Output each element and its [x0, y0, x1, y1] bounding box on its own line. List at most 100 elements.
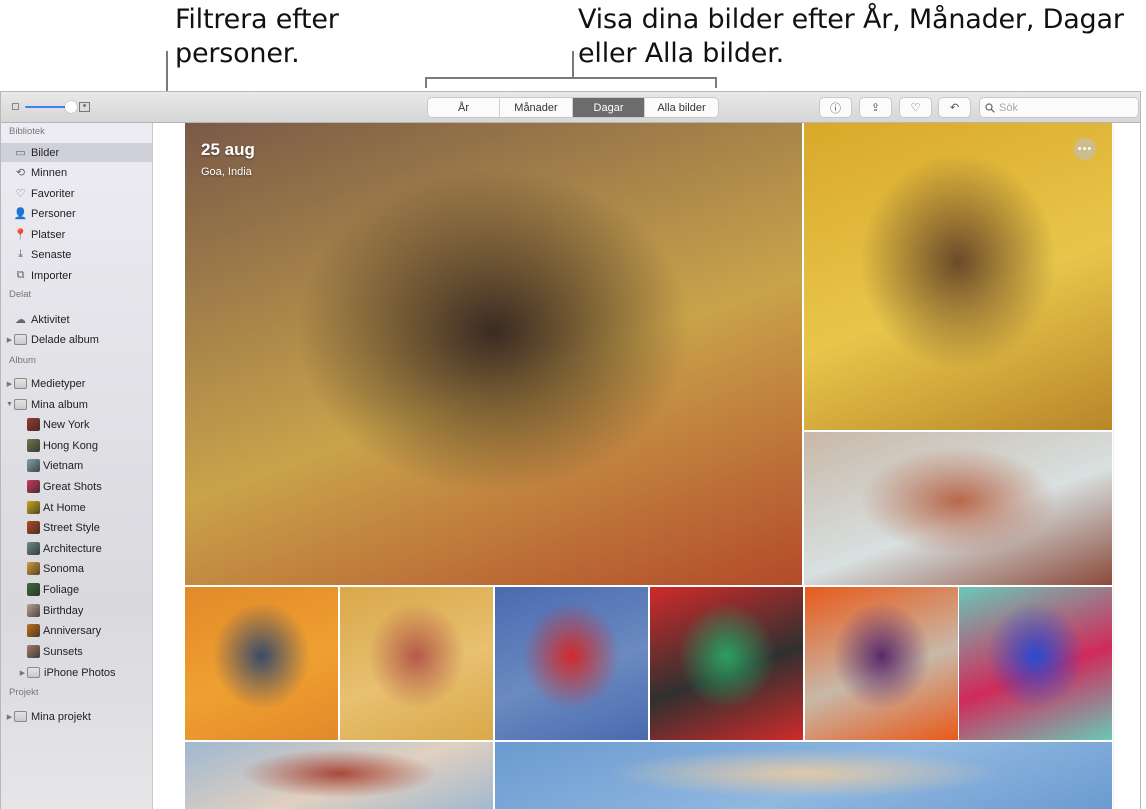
sidebar-item-label: Great Shots — [43, 480, 102, 493]
scrollbar[interactable] — [1113, 123, 1140, 809]
sidebar-item-anniversary[interactable]: Anniversary — [1, 621, 152, 640]
disclosure-collapsed-icon[interactable]: ▶ — [5, 336, 14, 344]
album-thumbnail — [27, 418, 40, 431]
sidebar-item-senaste[interactable]: ⤓ Senaste — [1, 245, 152, 264]
sidebar-item-bilder[interactable]: ▭ Bilder — [1, 143, 152, 162]
info-button[interactable]: ⓘ — [820, 98, 851, 117]
callout-line-right-vertical — [572, 51, 574, 78]
album-thumbnail — [27, 521, 40, 534]
sidebar-item-new-york[interactable]: New York — [1, 415, 152, 434]
sidebar-item-label: Mina projekt — [31, 710, 91, 723]
album-thumbnail — [27, 459, 40, 472]
album-thumbnail — [27, 562, 40, 575]
sidebar-section-header: Projekt — [9, 687, 39, 698]
sidebar-item-label: Senaste — [31, 248, 72, 261]
sidebar-item-street-style[interactable]: Street Style — [1, 518, 152, 537]
sidebar-item-aktivitet[interactable]: ☁ Aktivitet — [1, 310, 152, 329]
sidebar-item-label: New York — [43, 418, 90, 431]
search-field[interactable] — [980, 98, 1138, 117]
photo-dancer-yellow-wall[interactable] — [340, 587, 493, 740]
photo-woman-striped-dress[interactable]: 25 aug Goa, India — [185, 123, 802, 585]
disclosure-collapsed-icon[interactable]: ▶ — [5, 380, 14, 388]
photo-man-yellow-shirt[interactable]: ••• — [804, 123, 1112, 430]
search-icon — [985, 102, 995, 113]
disclosure-expanded-icon[interactable]: ▼ — [5, 401, 14, 408]
sidebar-item-label: Anniversary — [43, 624, 102, 637]
sidebar-item-medietyper[interactable]: ▶ Medietyper — [1, 374, 152, 393]
favorite-button[interactable]: ♡ — [900, 98, 931, 117]
sidebar-item-hong-kong[interactable]: Hong Kong — [1, 436, 152, 455]
sidebar-item-vietnam[interactable]: Vietnam — [1, 456, 152, 475]
sidebar-item-iphone-photos[interactable]: ▶ iPhone Photos — [1, 663, 152, 682]
album-thumbnail — [27, 645, 40, 658]
cloud-icon: ☁ — [15, 314, 26, 326]
sidebar-item-sonoma[interactable]: Sonoma — [1, 559, 152, 578]
disclosure-collapsed-icon[interactable]: ▶ — [18, 669, 27, 677]
sidebar-item-label: Personer — [31, 207, 76, 220]
photo-striped-fabric-hand[interactable] — [650, 587, 803, 740]
sidebar-item-label: At Home — [43, 501, 86, 514]
sidebar-item-mina-projekt[interactable]: ▶ Mina projekt — [1, 707, 152, 726]
share-icon: ⇪ — [870, 102, 881, 114]
rotate-button[interactable]: ↶ — [939, 98, 970, 117]
sidebar-item-architecture[interactable]: Architecture — [1, 539, 152, 558]
tab-months[interactable]: Månader — [500, 98, 573, 117]
slider-knob[interactable] — [65, 101, 77, 113]
sidebar-item-favoriter[interactable]: ♡ Favoriter — [1, 184, 152, 203]
sidebar-item-delade-album[interactable]: ▶ Delade album — [1, 330, 152, 349]
album-thumbnail — [27, 604, 40, 617]
thumbnail-size-slider[interactable] — [12, 100, 92, 114]
sidebar-item-importer[interactable]: ⧉ Importer — [1, 266, 152, 285]
sidebar-item-mina-album[interactable]: ▼ Mina album — [1, 395, 152, 414]
sidebar-item-at-home[interactable]: At Home — [1, 498, 152, 517]
tab-days[interactable]: Dagar — [573, 98, 645, 117]
small-thumbnail-icon — [12, 103, 19, 110]
camera-icon: ⧉ — [16, 269, 25, 281]
sidebar-item-great-shots[interactable]: Great Shots — [1, 477, 152, 496]
sidebar-item-personer[interactable]: 👤 Personer — [1, 204, 152, 223]
photo-mosque-facade[interactable] — [185, 742, 493, 809]
sidebar-item-label: Delade album — [31, 333, 99, 346]
sidebar-item-foliage[interactable]: Foliage — [1, 580, 152, 599]
tab-all-photos[interactable]: Alla bilder — [645, 98, 718, 117]
sidebar-item-label: Importer — [31, 269, 72, 282]
folder-icon — [14, 399, 27, 411]
photo-laundry-line[interactable] — [959, 587, 1112, 740]
sidebar-item-label: Foliage — [43, 583, 80, 596]
photo-feet-orange-powder[interactable] — [805, 587, 958, 740]
sidebar-item-platser[interactable]: 📍 Platser — [1, 225, 152, 244]
tab-years[interactable]: År — [428, 98, 500, 117]
heart-icon: ♡ — [15, 188, 26, 200]
photo-red-veil-blue-wall[interactable] — [495, 587, 648, 740]
photo-woman-red-dress-courtyard[interactable] — [804, 432, 1112, 585]
pin-icon: 📍 — [13, 229, 28, 241]
sidebar-item-minnen[interactable]: ⟲ Minnen — [1, 163, 152, 182]
import-icon: ⤓ — [18, 248, 23, 260]
sidebar-item-label: Favoriter — [31, 187, 75, 200]
photo-woman-orange-scarf[interactable] — [185, 587, 338, 740]
sidebar-item-label: iPhone Photos — [44, 666, 116, 679]
sidebar-item-birthday[interactable]: Birthday — [1, 601, 152, 620]
more-options-button[interactable]: ••• — [1074, 138, 1096, 160]
photo-grid: 25 aug Goa, India ••• — [153, 123, 1140, 809]
sidebar: Bibliotek ▭ Bilder ⟲ Minnen ♡ Favoriter 👤 Person… — [1, 123, 153, 809]
album-thumbnail — [27, 501, 40, 514]
sidebar-item-label: Medietyper — [31, 377, 86, 390]
sidebar-item-sunsets[interactable]: Sunsets — [1, 642, 152, 661]
sidebar-item-label: Sunsets — [43, 645, 83, 658]
moment-location[interactable]: Goa, India — [201, 166, 252, 178]
folder-icon — [14, 711, 27, 723]
search-input[interactable] — [999, 101, 1129, 114]
sidebar-item-label: Bilder — [31, 146, 60, 159]
photos-icon: ▭ — [15, 147, 26, 159]
sidebar-item-label: Mina album — [31, 398, 88, 411]
share-button[interactable]: ⇪ — [860, 98, 891, 117]
slider-track[interactable] — [25, 106, 69, 108]
folder-icon — [27, 667, 40, 679]
photo-sky-sand[interactable] — [495, 742, 1112, 809]
large-thumbnail-icon — [79, 102, 90, 112]
heart-icon: ♡ — [910, 102, 921, 114]
callout-bracket-right — [715, 77, 717, 88]
info-icon: ⓘ — [830, 102, 841, 115]
disclosure-collapsed-icon[interactable]: ▶ — [5, 713, 14, 721]
